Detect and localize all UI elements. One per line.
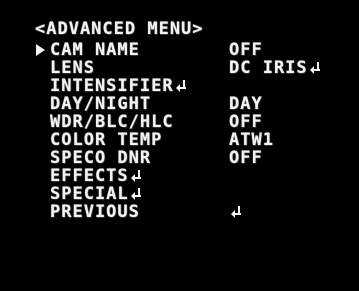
menu-item-effects[interactable]: EFFECTS (50, 167, 141, 185)
menu-item-color-temp[interactable]: COLOR TEMP (50, 131, 162, 149)
menu-item-intensifier[interactable]: INTENSIFIER (50, 77, 186, 95)
speco-dnr-value: OFF (229, 148, 263, 168)
cam-name-value: OFF (229, 40, 263, 60)
menu-item-special[interactable]: SPECIAL (50, 185, 141, 203)
previous-value-group (229, 203, 241, 221)
selection-cursor-icon (36, 44, 45, 56)
color-temp-value: ATW1 (229, 130, 274, 150)
enter-icon (309, 62, 320, 74)
day-night-value: DAY (229, 94, 263, 114)
lens-value-group: DC IRIS (229, 59, 320, 77)
menu-item-previous[interactable]: PREVIOUS (50, 203, 140, 221)
enter-icon (175, 80, 186, 92)
menu-item-lens[interactable]: LENS (50, 59, 95, 77)
menu-title: <ADVANCED MENU> (35, 19, 204, 39)
wdr-blc-hlc-value: OFF (229, 112, 263, 132)
special-label: SPECIAL (50, 184, 129, 204)
effects-label: EFFECTS (50, 166, 129, 186)
enter-icon (130, 170, 141, 182)
menu-item-speco-dnr[interactable]: SPECO DNR (50, 149, 151, 167)
enter-icon (130, 188, 141, 200)
osd-screen: <ADVANCED MENU> CAM NAME OFF LENS DC IRI… (0, 0, 359, 291)
menu-item-cam-name[interactable]: CAM NAME (50, 41, 140, 59)
enter-icon (231, 206, 241, 218)
lens-value: DC IRIS (229, 58, 308, 78)
intensifier-label: INTENSIFIER (50, 76, 174, 96)
menu-item-day-night[interactable]: DAY/NIGHT (50, 95, 151, 113)
menu-item-wdr-blc-hlc[interactable]: WDR/BLC/HLC (50, 113, 174, 131)
